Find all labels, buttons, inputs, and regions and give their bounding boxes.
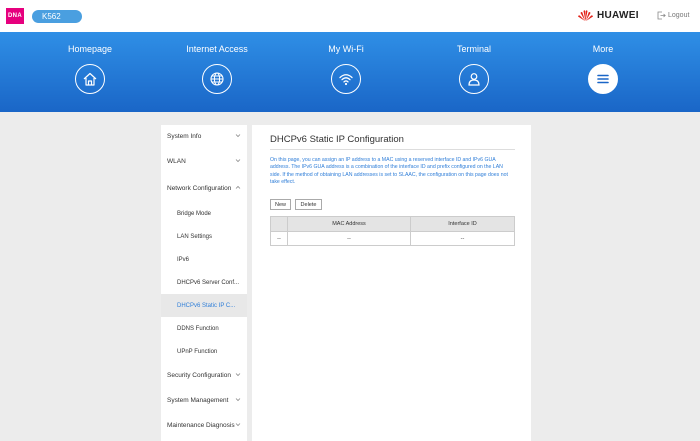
wifi-icon [331, 64, 361, 94]
logout-button[interactable]: Logout [657, 11, 689, 20]
top-bar: DNA K562 HUAWEI Logout [0, 0, 700, 32]
nav-label: Internet Access [186, 44, 248, 54]
sidebar-item-label: Security Configuration [167, 372, 231, 379]
sidebar-item-ddns[interactable]: DDNS Function [161, 317, 247, 340]
sidebar-item-system-info[interactable]: System Info [161, 125, 247, 148]
nav-terminal[interactable]: Terminal [414, 32, 534, 112]
content-panel: DHCPv6 Static IP Configuration On this p… [252, 125, 531, 441]
sidebar-item-dhcpv6-static-ip[interactable]: DHCPv6 Static IP C... [161, 294, 247, 317]
logout-label: Logout [668, 12, 690, 19]
sidebar-menu: System Info WLAN Network Configuration B… [161, 125, 247, 441]
nav-label: My Wi-Fi [328, 44, 364, 54]
menu-icon [588, 64, 618, 94]
sidebar-item-lan-settings[interactable]: LAN Settings [161, 225, 247, 248]
chevron-down-icon [235, 134, 241, 138]
static-ip-table: MAC Address Interface ID -- -- -- [270, 216, 515, 246]
sidebar-item-system-management[interactable]: System Management [161, 389, 247, 412]
table-header: MAC Address Interface ID [271, 217, 514, 231]
table-cell: -- [460, 235, 465, 242]
brand-name: HUAWEI [597, 10, 639, 21]
sidebar-item-label: Maintenance Diagnosis [167, 422, 235, 429]
sidebar-item-label: UPnP Function [177, 348, 218, 355]
logout-icon [657, 11, 666, 20]
chevron-down-icon [235, 373, 241, 377]
sidebar-item-network-configuration[interactable]: Network Configuration [161, 177, 247, 200]
sidebar-item-label: Network Configuration [167, 185, 232, 192]
nav-my-wifi[interactable]: My Wi-Fi [286, 32, 406, 112]
sidebar-item-label: Bridge Mode [177, 210, 212, 217]
page-description: On this page, you can assign an IP addre… [270, 157, 508, 186]
user-icon [459, 64, 489, 94]
table-row[interactable]: -- -- -- [271, 231, 514, 245]
table-cell: -- [288, 232, 411, 245]
sidebar-item-maintenance-diagnosis[interactable]: Maintenance Diagnosis [161, 414, 247, 437]
nav-label: More [592, 44, 614, 54]
page-title: DHCPv6 Static IP Configuration [270, 134, 404, 145]
chevron-down-icon [235, 398, 241, 402]
sidebar-item-security-configuration[interactable]: Security Configuration [161, 364, 247, 387]
chevron-down-icon [235, 423, 241, 427]
globe-icon [202, 64, 232, 94]
nav-more[interactable]: More [543, 32, 663, 112]
sidebar-item-label: DDNS Function [177, 325, 219, 332]
sidebar-item-label: DHCPv6 Static IP C... [177, 302, 236, 309]
sidebar-item-label: System Management [167, 397, 229, 404]
nav-label: Homepage [67, 44, 113, 54]
nav-label: Terminal [456, 44, 491, 54]
select-column-header [271, 217, 288, 231]
table-cell: -- [271, 232, 288, 245]
mac-address-header: MAC Address [288, 217, 411, 231]
chevron-down-icon [235, 159, 241, 163]
title-divider [270, 149, 515, 150]
sidebar-item-wlan[interactable]: WLAN [161, 150, 247, 173]
sidebar-item-label: LAN Settings [177, 233, 213, 240]
interface-id-header: Interface ID [448, 221, 477, 227]
chevron-up-icon [235, 185, 241, 189]
nav-internet-access[interactable]: Internet Access [157, 32, 277, 112]
sidebar-item-label: IPv6 [177, 256, 190, 263]
sidebar-item-label: WLAN [167, 158, 186, 165]
sidebar-item-label: System Info [167, 133, 202, 140]
huawei-logo-icon [578, 10, 593, 21]
nav-homepage[interactable]: Homepage [30, 32, 150, 112]
delete-button[interactable]: Delete [295, 199, 322, 210]
main-navigation: Homepage Internet Access My Wi-Fi Termin… [0, 32, 700, 112]
sidebar-item-ipv6[interactable]: IPv6 [161, 248, 247, 271]
new-button[interactable]: New [270, 199, 291, 210]
sidebar-item-upnp[interactable]: UPnP Function [161, 340, 247, 363]
dna-logo: DNA [6, 8, 24, 24]
device-model-badge: K562 [32, 10, 82, 23]
huawei-brand: HUAWEI [577, 9, 639, 22]
sidebar-item-label: DHCPv6 Server Conf... [177, 279, 240, 286]
home-icon [75, 64, 105, 94]
sidebar-item-bridge-mode[interactable]: Bridge Mode [161, 202, 247, 225]
sidebar-item-dhcpv6-server[interactable]: DHCPv6 Server Conf... [161, 271, 247, 294]
